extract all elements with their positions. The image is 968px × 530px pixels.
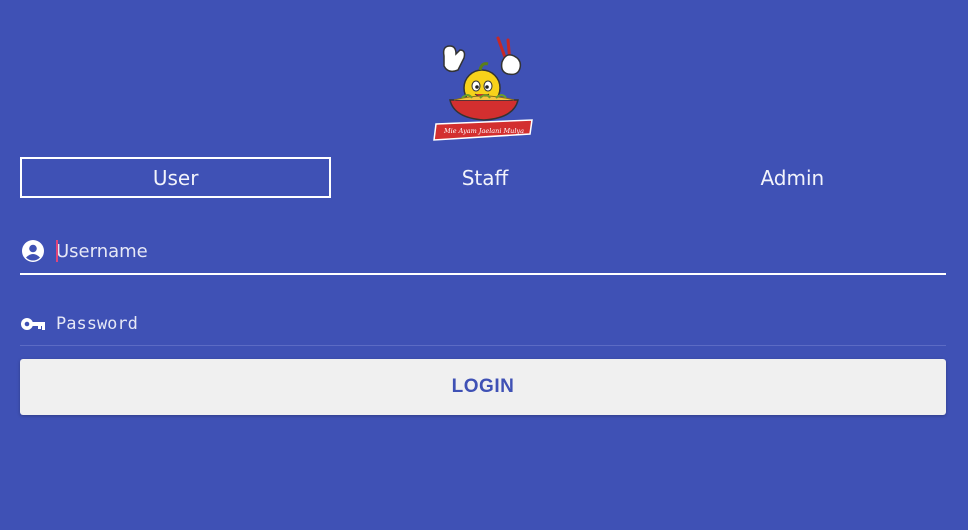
username-input[interactable] — [56, 240, 916, 262]
password-input[interactable] — [56, 313, 916, 334]
brand-logo: Mie Ayam Jaelani Mulya — [433, 36, 533, 141]
account-circle-icon — [20, 238, 46, 264]
username-field — [20, 229, 946, 275]
password-field — [20, 302, 946, 346]
text-cursor — [56, 240, 58, 262]
tab-staff[interactable]: Staff — [331, 157, 638, 198]
role-tabs: User Staff Admin — [20, 157, 946, 198]
tab-user[interactable]: User — [20, 157, 332, 198]
tab-admin[interactable]: Admin — [639, 157, 946, 198]
key-icon — [20, 311, 46, 337]
login-button[interactable]: LOGIN — [20, 359, 946, 415]
login-screen: Mie Ayam Jaelani Mulya User Staff Admin — [0, 0, 968, 530]
brand-logo-text: Mie Ayam Jaelani Mulya — [443, 127, 524, 135]
